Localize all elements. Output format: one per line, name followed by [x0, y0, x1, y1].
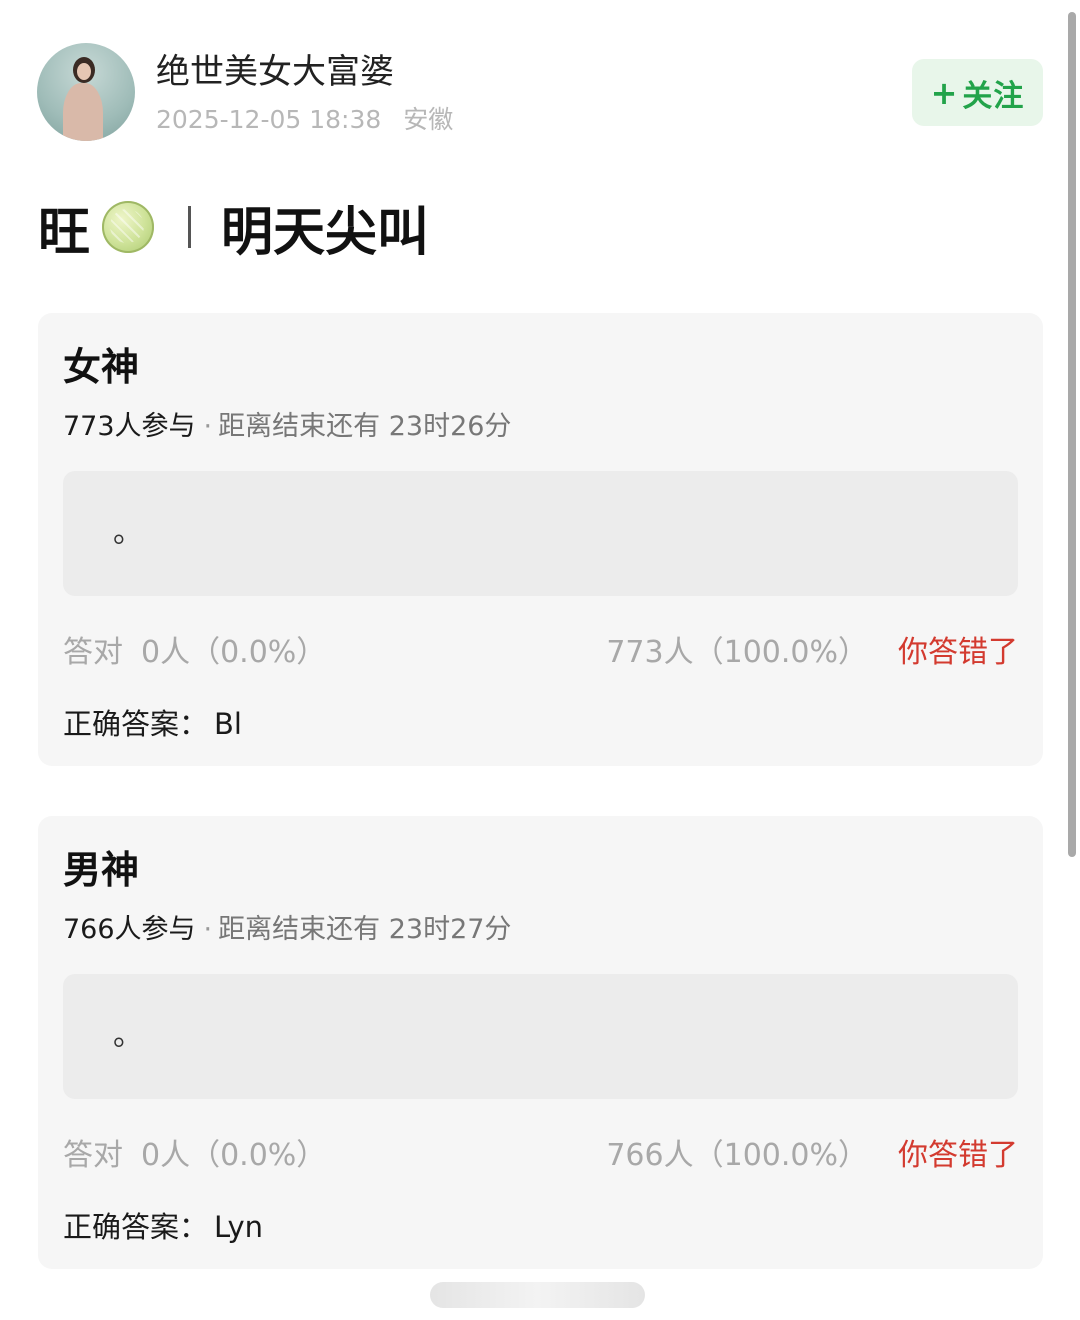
- participants-count: 773人参与: [63, 411, 196, 442]
- home-indicator: [430, 1282, 645, 1308]
- quiz-option[interactable]: 。: [63, 471, 1018, 596]
- user-avatar[interactable]: [37, 43, 135, 141]
- answer-label: 正确答案：: [63, 707, 209, 741]
- post-meta: 2025-12-05 18:38 安徽: [156, 103, 453, 137]
- quiz-option[interactable]: 。: [63, 974, 1018, 1099]
- correct-stats: 答对 0人（0.0%）: [63, 633, 326, 673]
- answer-value: Lyn: [214, 1210, 264, 1244]
- wrong-stats: 773人（100.0%） 你答错了: [606, 633, 1018, 673]
- post-title-left: 旺: [38, 202, 91, 263]
- correct-value: 0人（0.0%）: [141, 635, 327, 670]
- follow-label: 关注: [962, 78, 1025, 114]
- title-divider: [188, 206, 192, 248]
- post-location: 安徽: [403, 105, 454, 134]
- post-title-right: 明天尖叫: [221, 202, 430, 263]
- option-text: 。: [113, 1018, 143, 1053]
- separator-dot: ·: [203, 914, 213, 945]
- wrong-value: 773人（100.0%）: [606, 635, 868, 670]
- avatar-figure-body: [63, 83, 103, 141]
- quiz-card: 女神 773人参与 · 距离结束还有 23时26分 。 答对 0人（0.0%） 773…: [38, 313, 1043, 766]
- quiz-title: 女神: [63, 345, 140, 389]
- post-header: 绝世美女大富婆 2025-12-05 18:38 安徽 + 关注: [0, 0, 1080, 170]
- correct-label: 答对: [63, 1138, 123, 1173]
- correct-value: 0人（0.0%）: [141, 1138, 327, 1173]
- correct-stats: 答对 0人（0.0%）: [63, 1136, 326, 1176]
- correct-answer: 正确答案： Bl: [63, 705, 242, 743]
- answer-value: Bl: [214, 707, 242, 741]
- wrong-stats: 766人（100.0%） 你答错了: [606, 1136, 1018, 1176]
- follow-button[interactable]: + 关注: [912, 59, 1043, 126]
- option-text: 。: [113, 515, 143, 550]
- participants-count: 766人参与: [63, 914, 196, 945]
- user-name[interactable]: 绝世美女大富婆: [156, 50, 394, 94]
- answer-status: 你答错了: [898, 1138, 1018, 1173]
- separator-dot: ·: [203, 411, 213, 442]
- time-remaining: 距离结束还有 23时27分: [218, 914, 512, 945]
- correct-label: 答对: [63, 635, 123, 670]
- quiz-title: 男神: [63, 848, 140, 892]
- quiz-subinfo: 766人参与 · 距离结束还有 23时27分: [63, 912, 511, 948]
- avatar-figure-face: [77, 63, 91, 80]
- scrollbar[interactable]: [1068, 12, 1076, 857]
- correct-answer: 正确答案： Lyn: [63, 1208, 263, 1246]
- answer-label: 正确答案：: [63, 1210, 209, 1244]
- melon-emoji-icon: [102, 201, 155, 253]
- quiz-card: 男神 766人参与 · 距离结束还有 23时27分 。 答对 0人（0.0%） 766…: [38, 816, 1043, 1269]
- post-datetime: 2025-12-05 18:38: [156, 105, 382, 134]
- post-title: 旺 明天尖叫: [38, 195, 429, 263]
- time-remaining: 距离结束还有 23时26分: [218, 411, 512, 442]
- wrong-value: 766人（100.0%）: [606, 1138, 868, 1173]
- answer-status: 你答错了: [898, 635, 1018, 670]
- quiz-subinfo: 773人参与 · 距离结束还有 23时26分: [63, 409, 511, 445]
- plus-icon: +: [930, 73, 959, 112]
